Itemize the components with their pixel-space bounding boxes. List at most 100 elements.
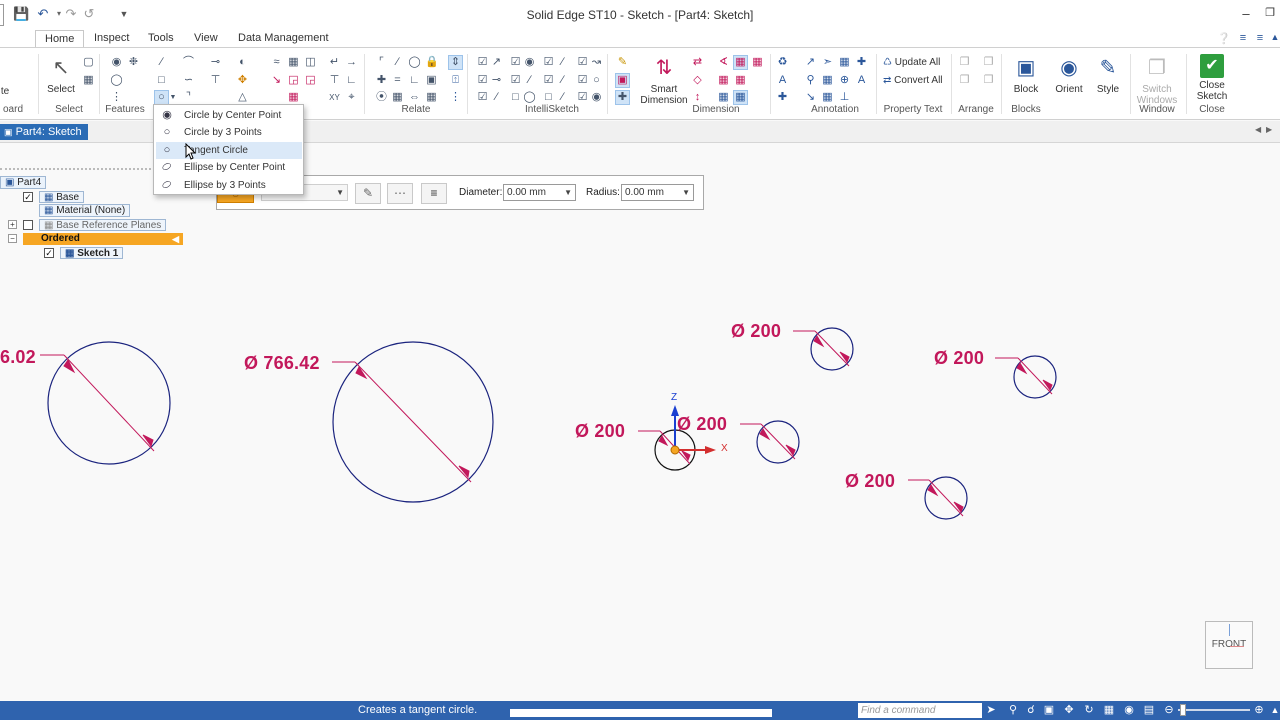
collapse-ribbon-icon[interactable]: ▲ xyxy=(1268,32,1280,46)
sketch-view-1-icon[interactable]: ✎ xyxy=(616,56,629,69)
zoom-icon[interactable]: ☌ xyxy=(1024,703,1038,717)
intellisketch-1-icon[interactable]: ☑ xyxy=(476,56,489,69)
zoom-slider-thumb[interactable] xyxy=(1180,704,1186,716)
relate-c-icon[interactable]: ⇔ xyxy=(408,91,421,104)
dim-3-icon[interactable]: ↕ xyxy=(691,91,704,104)
menu-item-ellipse-3pt[interactable]: ⬭ Ellipse by 3 Points xyxy=(156,177,302,194)
intellisketch-12-icon[interactable]: ∕ xyxy=(523,74,536,87)
help-icon[interactable]: ❔ xyxy=(1217,32,1231,46)
zoom-out-icon[interactable]: ⊖ xyxy=(1162,703,1176,717)
tab-view[interactable]: View xyxy=(185,30,227,48)
feature-tool-1-icon[interactable]: ◉ xyxy=(110,56,123,69)
smart-dimension-button[interactable]: ⇅ Smart Dimension xyxy=(640,54,688,106)
relate-tool-2-icon[interactable]: ▦ xyxy=(287,56,300,69)
line-width-button[interactable]: ≡ xyxy=(421,183,447,204)
expand-view-icon[interactable]: ▲ xyxy=(1268,703,1280,717)
relate-a3-icon[interactable]: ⊤ xyxy=(328,74,341,87)
curve-icon[interactable]: ∽ xyxy=(182,74,195,87)
relate-a4-icon[interactable]: ∟ xyxy=(345,74,358,87)
intellisketch-22-icon[interactable]: ∕ xyxy=(556,91,569,104)
collapse-icon[interactable]: − xyxy=(8,234,17,243)
select-tools-icon[interactable]: ▢ xyxy=(82,56,95,69)
trim-icon[interactable]: ⊤ xyxy=(209,74,222,87)
relate-a2-icon[interactable]: → xyxy=(345,56,358,69)
style-button[interactable]: ✎ Style xyxy=(1092,54,1124,95)
tab-tools[interactable]: Tools xyxy=(139,30,183,48)
tree-root-part[interactable]: ▣ Part4 xyxy=(0,176,47,189)
zoom-area-icon[interactable]: ⚲ xyxy=(1006,703,1020,717)
relate-e-icon[interactable]: ⇕ xyxy=(448,55,463,70)
dimension-text[interactable]: Ø 200 xyxy=(731,321,781,342)
intellisketch-21-icon[interactable]: □ xyxy=(542,91,555,104)
paste-button[interactable]: te xyxy=(0,56,10,97)
convert-all-button[interactable]: ⇄ Convert All xyxy=(883,73,943,88)
circle-dropdown-caret-icon[interactable]: ▼ xyxy=(169,91,177,104)
community-icon[interactable]: ≡ xyxy=(1253,32,1267,46)
move-icon[interactable]: ✥ xyxy=(236,74,249,87)
dim-8-icon[interactable]: ▦ xyxy=(734,74,747,87)
zoom-in-icon[interactable]: ⊕ xyxy=(1252,703,1266,717)
close-sketch-button[interactable]: ✔ Close Sketch xyxy=(1190,54,1234,102)
line-color-button[interactable]: ✎ xyxy=(355,183,381,204)
dim-5-icon[interactable]: ▦ xyxy=(733,55,748,70)
pan-icon[interactable]: ✥ xyxy=(1062,703,1076,717)
relate-tool-6-icon[interactable]: ◲ xyxy=(304,74,317,87)
annotation-3-icon[interactable]: ➣ xyxy=(821,56,834,69)
intellisketch-7-icon[interactable]: ☑ xyxy=(576,56,589,69)
fillet-icon[interactable]: ⊸ xyxy=(209,56,222,69)
annotation-4-icon[interactable]: ▦ xyxy=(838,56,851,69)
dimension-text[interactable]: 6.02 xyxy=(0,347,36,368)
annotation-10-icon[interactable]: A xyxy=(855,74,868,87)
tab-home[interactable]: Home xyxy=(35,30,85,48)
dim-4-icon[interactable]: ∢ xyxy=(717,56,730,69)
intellisketch-4-icon[interactable]: ◉ xyxy=(523,56,536,69)
annotation-12-icon[interactable]: ↘ xyxy=(804,91,817,104)
menu-item-tangent-circle[interactable]: ○ Tangent Circle xyxy=(156,142,302,159)
equal-icon[interactable]: = xyxy=(391,74,404,87)
symmetric-icon[interactable]: ▦ xyxy=(391,91,404,104)
feature-tool-2-icon[interactable]: ❉ xyxy=(127,56,140,69)
relate-tool-5-icon[interactable]: ◲ xyxy=(287,74,300,87)
relate-tool-7-icon[interactable]: ▦ xyxy=(287,91,300,104)
intellisketch-11-icon[interactable]: ☑ xyxy=(509,74,522,87)
view-cube[interactable]: FRONT xyxy=(1205,621,1253,669)
intellisketch-15-icon[interactable]: ☑ xyxy=(576,74,589,87)
intellisketch-10-icon[interactable]: ⊸ xyxy=(490,74,503,87)
menu-item-circle-center[interactable]: ◉ Circle by Center Point xyxy=(156,107,302,124)
feature-tool-4-icon[interactable]: ⋮ xyxy=(110,91,123,104)
graphics-canvas[interactable]: Z X 6.02 Ø 766.42 Ø 200 Ø 200 Ø 200 Ø 20… xyxy=(0,143,1280,701)
dim-2-icon[interactable]: ◇ xyxy=(691,74,704,87)
intellisketch-14-icon[interactable]: ∕ xyxy=(556,74,569,87)
circle-tool-icon[interactable]: ○ xyxy=(154,90,169,105)
intellisketch-8-icon[interactable]: ↝ xyxy=(590,56,603,69)
relate-tool-3-icon[interactable]: ◫ xyxy=(304,56,317,69)
dimension-text[interactable]: Ø 200 xyxy=(575,421,625,442)
switch-windows-button[interactable]: ❐ Switch Windows xyxy=(1133,54,1181,106)
find-command-input[interactable]: Find a command xyxy=(858,703,982,718)
intellisketch-16-icon[interactable]: ○ xyxy=(590,74,603,87)
intellisketch-13-icon[interactable]: ☑ xyxy=(542,74,555,87)
perpendicular-icon[interactable]: ∟ xyxy=(408,74,421,87)
intellisketch-2-icon[interactable]: ↗ xyxy=(490,56,503,69)
menu-item-ellipse-center[interactable]: ⬭ Ellipse by Center Point xyxy=(156,159,302,176)
relate-a6-icon[interactable]: ⌖ xyxy=(345,91,358,104)
document-tab[interactable]: ▣ Part4: Sketch xyxy=(0,124,88,140)
dimension-text[interactable]: Ø 766.42 xyxy=(244,353,320,374)
corner-icon[interactable]: ⌝ xyxy=(182,91,195,104)
arrange-1-icon[interactable]: ❐ xyxy=(958,56,971,69)
dim-1-icon[interactable]: ⇄ xyxy=(691,56,704,69)
arrange-2-icon[interactable]: ❐ xyxy=(982,56,995,69)
xy-icon[interactable]: XY xyxy=(328,91,341,104)
intellisketch-18-icon[interactable]: ∕ xyxy=(490,91,503,104)
dim-9-icon[interactable]: ▦ xyxy=(717,91,730,104)
relate-tool-1-icon[interactable]: ≈ xyxy=(270,56,283,69)
tab-inspect[interactable]: Inspect xyxy=(85,30,138,48)
intellisketch-3-icon[interactable]: ☑ xyxy=(509,56,522,69)
relate-a1-icon[interactable]: ↵ xyxy=(328,56,341,69)
annotation-14-icon[interactable]: ⊥ xyxy=(838,91,851,104)
annotation-6-icon[interactable]: A xyxy=(776,74,789,87)
annotation-7-icon[interactable]: ⚲ xyxy=(804,74,817,87)
sketch-view-2-icon[interactable]: ▣ xyxy=(615,73,630,88)
intellisketch-9-icon[interactable]: ☑ xyxy=(476,74,489,87)
arrange-4-icon[interactable]: ❐ xyxy=(982,74,995,87)
